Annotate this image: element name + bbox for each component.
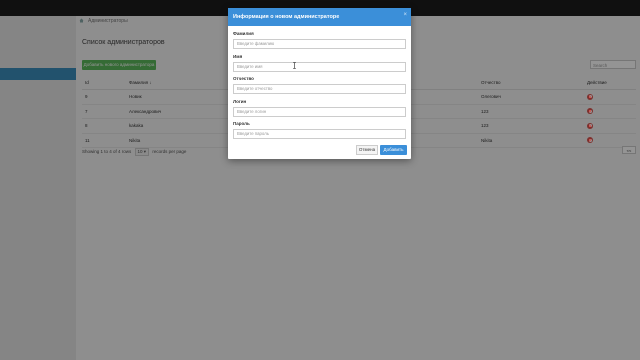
- firstname-input[interactable]: Введите имя: [233, 62, 406, 72]
- text-cursor-icon: [293, 62, 296, 69]
- modal-header: Информация о новом администраторе ×: [228, 8, 411, 26]
- patronymic-input[interactable]: Введите отчество: [233, 84, 406, 94]
- login-input[interactable]: Введите логин: [233, 107, 406, 117]
- close-icon[interactable]: ×: [403, 12, 407, 18]
- password-input[interactable]: Введите пароль: [233, 129, 406, 139]
- add-button[interactable]: Добавить: [380, 145, 407, 155]
- cancel-button[interactable]: Отмена: [356, 145, 378, 155]
- password-label: Пароль: [233, 121, 250, 126]
- lastname-input[interactable]: Введите фамилию: [233, 39, 406, 49]
- firstname-label: Имя: [233, 54, 243, 59]
- login-label: Логин: [233, 99, 247, 104]
- lastname-label: Фамилия: [233, 31, 254, 36]
- new-admin-modal: Информация о новом администраторе × Фами…: [228, 8, 411, 159]
- patronymic-label: Отчество: [233, 76, 254, 81]
- modal-title: Информация о новом администраторе: [233, 14, 340, 20]
